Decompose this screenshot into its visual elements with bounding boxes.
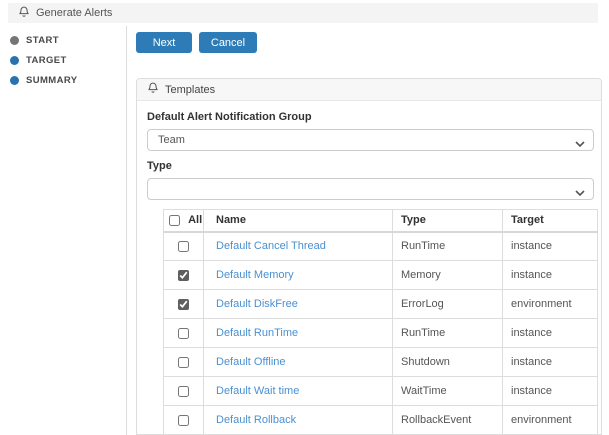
sidebar-divider — [126, 26, 127, 435]
wizard-steps: START TARGET SUMMARY — [10, 35, 78, 86]
step-target-bullet-icon — [10, 56, 19, 65]
page-title: Generate Alerts — [36, 7, 113, 19]
header-target-cell: Target — [502, 209, 598, 233]
row-target: instance — [502, 260, 598, 290]
templates-panel: Templates Default Alert Notification Gro… — [136, 78, 602, 435]
row-checkbox[interactable] — [178, 327, 189, 339]
row-target: instance — [502, 376, 598, 406]
table-row: Default Offline Shutdown instance — [163, 347, 598, 377]
step-start-bullet-icon — [10, 36, 19, 45]
row-checkbox[interactable] — [178, 269, 189, 281]
template-link[interactable]: Default Rollback — [216, 414, 296, 426]
template-link[interactable]: Default Offline — [216, 356, 286, 368]
template-link[interactable]: Default Cancel Thread — [216, 240, 326, 252]
table-row: Default Cancel Thread RunTime instance — [163, 231, 598, 261]
row-type: RunTime — [392, 318, 503, 348]
row-checkbox[interactable] — [178, 385, 189, 397]
row-type: Shutdown — [392, 347, 503, 377]
row-checkbox[interactable] — [178, 240, 189, 252]
row-checkbox[interactable] — [178, 414, 189, 426]
select-all-label[interactable]: All — [188, 214, 202, 226]
templates-panel-header: Templates — [137, 79, 601, 101]
bell-icon — [147, 82, 159, 97]
templates-panel-body: Default Alert Notification Group Team Ty… — [137, 101, 601, 434]
row-type: ErrorLog — [392, 289, 503, 319]
row-type: RollbackEvent — [392, 405, 503, 434]
type-label: Type — [147, 160, 172, 172]
table-row: Default Rollback RollbackEvent environme… — [163, 405, 598, 434]
bell-icon — [18, 6, 30, 21]
row-target: environment — [502, 289, 598, 319]
row-type: RunTime — [392, 231, 503, 261]
cancel-button[interactable]: Cancel — [199, 32, 257, 53]
row-target: instance — [502, 231, 598, 261]
templates-table: All Name Type Target Default Cancel Thre… — [163, 209, 598, 434]
row-checkbox[interactable] — [178, 298, 189, 310]
next-button[interactable]: Next — [136, 32, 192, 53]
header-all-cell: All — [163, 209, 204, 233]
step-summary-bullet-icon — [10, 76, 19, 85]
templates-panel-title: Templates — [165, 83, 216, 96]
notification-group-select[interactable]: Team — [147, 129, 594, 151]
row-target: instance — [502, 347, 598, 377]
row-checkbox[interactable] — [178, 356, 189, 368]
template-link[interactable]: Default Memory — [216, 269, 294, 281]
row-target: environment — [502, 405, 598, 434]
table-row: Default Memory Memory instance — [163, 260, 598, 290]
header-type-cell: Type — [392, 209, 503, 233]
row-type: WaitTime — [392, 376, 503, 406]
row-type: Memory — [392, 260, 503, 290]
table-header-row: All Name Type Target — [163, 209, 598, 233]
page-header: Generate Alerts — [8, 3, 598, 23]
row-target: instance — [502, 318, 598, 348]
step-summary[interactable]: SUMMARY — [10, 75, 78, 86]
template-link[interactable]: Default DiskFree — [216, 298, 298, 310]
step-start[interactable]: START — [10, 35, 78, 46]
step-start-label: START — [26, 35, 59, 46]
step-summary-label: SUMMARY — [26, 75, 78, 86]
table-row: Default RunTime RunTime instance — [163, 318, 598, 348]
template-link[interactable]: Default Wait time — [216, 385, 299, 397]
table-row: Default Wait time WaitTime instance — [163, 376, 598, 406]
step-target-label: TARGET — [26, 55, 67, 66]
template-link[interactable]: Default RunTime — [216, 327, 298, 339]
table-row: Default DiskFree ErrorLog environment — [163, 289, 598, 319]
select-all-checkbox[interactable] — [169, 214, 180, 226]
templates-table-wrap: All Name Type Target Default Cancel Thre… — [163, 209, 598, 434]
type-select[interactable] — [147, 178, 594, 200]
header-name-cell: Name — [203, 209, 393, 233]
notification-group-label: Default Alert Notification Group — [147, 111, 312, 123]
step-target[interactable]: TARGET — [10, 55, 78, 66]
